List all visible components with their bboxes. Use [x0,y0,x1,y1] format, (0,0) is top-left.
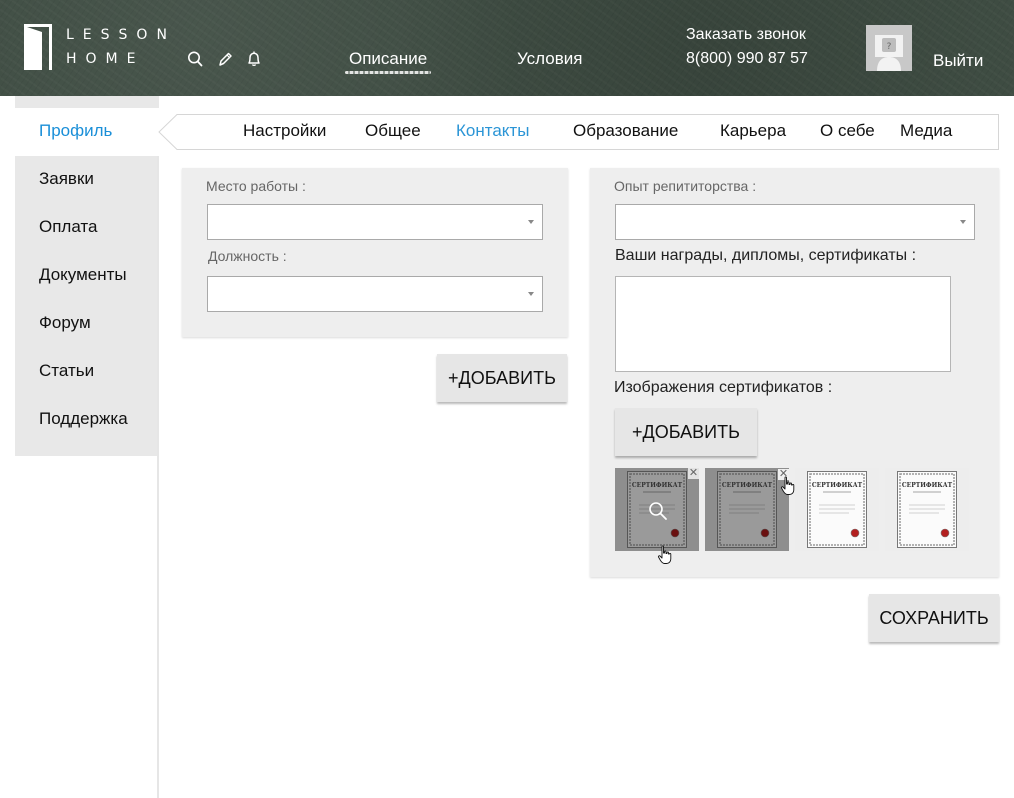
career-panel: Место работы : Должность : [182,168,568,337]
sidebar-item-forum[interactable]: Форум [39,313,91,333]
door-logo-icon[interactable] [22,22,54,72]
sidebar-top-strip [15,96,159,108]
logout-link[interactable]: Выйти [933,51,983,71]
tab-contacts[interactable]: Контакты [456,121,529,141]
chevron-down-icon [528,292,534,296]
sidebar-item-requests[interactable]: Заявки [39,169,94,189]
certificate-title: СЕРТИФИКАТ [902,482,953,489]
certificate-thumbnail[interactable]: СЕРТИФИКАТ ✕ [615,468,699,551]
phone-number[interactable]: 8(800) 990 87 57 [686,50,808,68]
pencil-icon[interactable] [216,50,234,68]
certificate-thumbnail[interactable]: СЕРТИФИКАТ [705,468,789,551]
certificate-images-label: Изображения сертификатов : [614,379,833,396]
tab-about[interactable]: О себе [820,121,875,141]
hand-cursor-icon [657,545,672,564]
workplace-label: Место работы : [206,178,306,194]
nav-conditions[interactable]: Условия [517,49,582,69]
awards-textarea[interactable] [615,276,951,372]
certificate-thumbnail[interactable]: СЕРТИФИКАТ [885,468,969,551]
hand-cursor-icon [780,476,795,495]
bell-icon[interactable] [245,50,263,68]
certificate-document-icon: СЕРТИФИКАТ [807,471,867,548]
experience-select[interactable] [615,204,975,240]
awards-label: Ваши награды, дипломы, сертификаты : [615,247,917,264]
sidebar-item-articles[interactable]: Статьи [39,361,94,381]
close-icon[interactable]: ✕ [688,468,699,479]
logo-text-line1: LESSON [66,27,176,43]
user-placeholder-icon: ? [866,25,912,71]
svg-text:?: ? [887,42,892,52]
position-label: Должность : [208,248,287,264]
position-select[interactable] [207,276,543,312]
zoom-icon[interactable] [647,500,669,522]
header: LESSON HOME Описание Условия Заказать зв… [0,0,1014,96]
certificate-document-icon: СЕРТИФИКАТ [717,471,777,548]
experience-label: Опыт репититорства : [614,178,757,194]
add-career-button[interactable]: +ДОБАВИТЬ [437,354,567,402]
tab-general[interactable]: Общее [365,121,421,141]
save-button[interactable]: СОХРАНИТЬ [869,594,999,642]
logo-text-line2: HOME [66,51,145,67]
certificate-title: СЕРТИФИКАТ [722,482,773,489]
search-icon[interactable] [186,50,204,68]
tab-career[interactable]: Карьера [720,121,786,141]
tab-settings[interactable]: Настройки [243,121,326,141]
tab-education[interactable]: Образование [573,121,678,141]
callback-link[interactable]: Заказать звонок [686,26,806,44]
tab-media[interactable]: Медиа [900,121,952,141]
sidebar-divider [157,156,159,798]
certificate-thumbnail[interactable]: СЕРТИФИКАТ [795,468,879,551]
avatar[interactable]: ? [866,25,912,71]
sidebar-item-support[interactable]: Поддержка [39,409,128,429]
sidebar-item-profile-label[interactable]: Профиль [39,121,112,141]
nav-description[interactable]: Описание [349,49,427,69]
certificate-document-icon: СЕРТИФИКАТ [897,471,957,548]
add-certificate-button[interactable]: +ДОБАВИТЬ [615,408,757,456]
certificate-title: СЕРТИФИКАТ [632,482,683,489]
chevron-down-icon [528,220,534,224]
nav-active-underline [345,71,431,74]
sidebar-item-documents[interactable]: Документы [39,265,127,285]
sidebar-item-payment[interactable]: Оплата [39,217,97,237]
certificate-title: СЕРТИФИКАТ [812,482,863,489]
workplace-select[interactable] [207,204,543,240]
chevron-down-icon [960,220,966,224]
